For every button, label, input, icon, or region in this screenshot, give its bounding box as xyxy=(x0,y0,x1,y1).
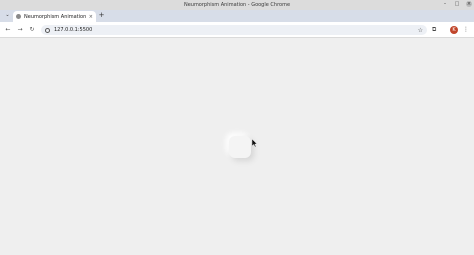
reload-button[interactable]: ↻ xyxy=(28,26,36,34)
tab-close-button[interactable]: × xyxy=(89,14,93,20)
back-button[interactable]: ← xyxy=(4,26,12,34)
minimize-button[interactable]: – xyxy=(442,1,448,7)
menu-icon[interactable]: ⋮ xyxy=(463,26,469,33)
tab-strip: ⌄ Neumorphism Animation × + xyxy=(0,10,474,22)
window-titlebar: Neumorphism Animation - Google Chrome – … xyxy=(0,0,474,10)
bookmark-star-icon[interactable]: ☆ xyxy=(418,27,423,34)
maximize-button[interactable]: □ xyxy=(454,1,460,7)
profile-avatar[interactable]: K xyxy=(450,26,458,34)
tab-search-button[interactable]: ⌄ xyxy=(4,12,11,19)
new-tab-button[interactable]: + xyxy=(98,12,105,19)
globe-icon xyxy=(16,14,21,19)
forward-button[interactable]: → xyxy=(16,26,24,34)
extensions-icon[interactable]: ⧉ xyxy=(432,26,436,34)
mouse-cursor-icon xyxy=(251,133,258,152)
site-info-icon[interactable] xyxy=(45,27,50,33)
window-controls: – □ × xyxy=(442,1,472,7)
address-bar[interactable]: 127.0.0.1:5500 ☆ xyxy=(41,25,427,35)
url-text[interactable]: 127.0.0.1:5500 xyxy=(54,27,418,33)
neumorphic-box[interactable] xyxy=(229,136,251,158)
window-title: Neumorphism Animation - Google Chrome xyxy=(183,2,291,8)
tab-neumorphism-animation[interactable]: Neumorphism Animation × xyxy=(13,11,96,22)
page-viewport xyxy=(0,38,474,255)
tab-label: Neumorphism Animation xyxy=(24,13,87,20)
browser-toolbar: ← → ↻ 127.0.0.1:5500 ☆ ⧉ K ⋮ xyxy=(0,22,474,38)
close-window-button[interactable]: × xyxy=(466,1,472,7)
